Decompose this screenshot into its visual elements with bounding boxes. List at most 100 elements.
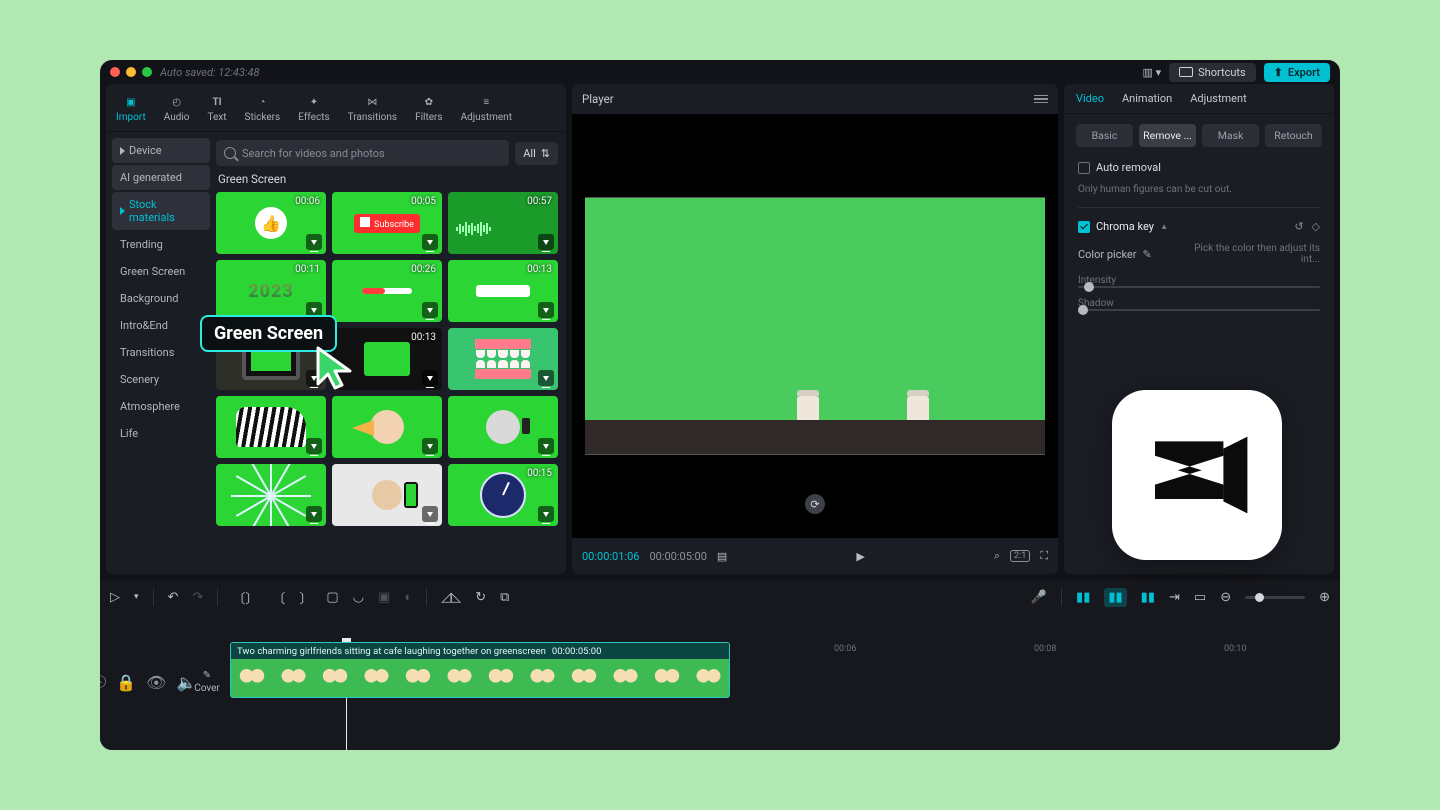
timeline-clip[interactable]: Two charming girlfriends sitting at cafe… [230,642,730,698]
tab-import[interactable]: ▣Import [116,90,146,131]
sidebar-item-life[interactable]: Life [112,421,210,446]
group-icon[interactable]: ▣ [378,590,390,605]
zoom-in-icon[interactable]: ⊕ [1319,590,1330,605]
compare-icon[interactable]: ▤ [717,550,727,563]
reverse-icon[interactable]: ◐ [404,589,412,605]
export-button[interactable]: ⬆ Export [1264,63,1330,82]
thumb-teeth[interactable] [448,328,558,390]
sidebar-ai[interactable]: AI generated [112,165,210,190]
layout-icon[interactable]: ▥ ▾ [1142,66,1161,79]
search-input[interactable]: Search for videos and photos [216,140,509,166]
fullscreen-icon[interactable]: ⛶ [1040,549,1048,563]
download-icon[interactable] [422,234,438,250]
lock-icon[interactable]: 🔒 [116,673,136,692]
chevron-down-icon[interactable]: ▾ [134,592,139,602]
tab-audio[interactable]: ◴Audio [164,90,190,131]
thumb-subscribe[interactable]: 00:05Subscribe [332,192,442,254]
download-icon[interactable] [538,370,554,386]
keyframe-icon[interactable]: ◇ [1312,220,1320,233]
thumb-burst[interactable] [216,464,326,526]
download-icon[interactable] [538,506,554,522]
download-icon[interactable] [306,438,322,454]
sidebar-item-background[interactable]: Background [112,286,210,311]
tab-video[interactable]: Video [1076,92,1104,109]
tab-transitions[interactable]: ⋈Transitions [348,90,397,131]
aspect-ratio[interactable]: 2:1 [1010,550,1030,562]
timeline-tracks[interactable]: 00:00 00:02 00:04 00:06 00:08 00:10 Two … [224,614,1340,750]
thumb-person-phone[interactable] [448,396,558,458]
download-icon[interactable] [422,302,438,318]
shortcuts-button[interactable]: Shortcuts [1169,63,1256,82]
pointer-tool-icon[interactable]: ▷ [110,590,120,605]
download-icon[interactable] [538,438,554,454]
download-icon[interactable] [422,370,438,386]
tab-stickers[interactable]: ◔Stickers [245,90,281,131]
sidebar-item-trending[interactable]: Trending [112,232,210,257]
sidebar-item-transitions[interactable]: Transitions [112,340,210,365]
thumb-2023[interactable]: 00:112023 [216,260,326,322]
seg-basic[interactable]: Basic [1076,124,1133,147]
eyedropper-icon[interactable]: ✎ [1142,248,1151,261]
thumb-like[interactable]: 00:06👍 [216,192,326,254]
preview-icon[interactable]: ▭ [1194,590,1206,605]
sidebar-item-introend[interactable]: Intro&End [112,313,210,338]
crop-icon[interactable]: ▢ [326,590,338,605]
play-button[interactable]: ▶ [856,550,864,563]
redo-icon[interactable]: ↷ [192,590,203,605]
thumb-chip[interactable]: 00:13 [448,260,558,322]
download-icon[interactable] [422,438,438,454]
cover-button[interactable]: ✎ Cover [190,614,224,750]
chroma-key-toggle[interactable]: Chroma key ▴ [1078,220,1166,233]
zoom-slider[interactable] [1245,596,1305,599]
tab-text[interactable]: TIText [207,90,226,131]
thumb-doctor-phone[interactable] [332,464,442,526]
reset-icon[interactable]: ↺ [1294,220,1303,233]
download-icon[interactable] [538,302,554,318]
crop2-icon[interactable]: ⧉ [500,590,509,605]
download-icon[interactable] [538,234,554,250]
tab-animation[interactable]: Animation [1122,92,1172,109]
marker-icon[interactable]: ◡ [353,590,364,605]
close-window-button[interactable] [110,67,120,77]
tab-adjustment[interactable]: ≡Adjustment [461,90,512,131]
filter-all-button[interactable]: All⇅ [515,142,558,165]
download-icon[interactable] [306,506,322,522]
player-menu-icon[interactable] [1034,95,1048,104]
seg-remove[interactable]: Remove ... [1139,124,1196,147]
tab-effects[interactable]: ✦Effects [298,90,329,131]
align-icon[interactable]: ⇥ [1169,590,1180,605]
split-icon[interactable]: 〔〕 [232,588,258,607]
shadow-slider[interactable] [1078,309,1320,311]
refresh-icon[interactable]: ⟳ [805,494,825,514]
thumb-bar[interactable]: 00:26 [332,260,442,322]
link-icon[interactable]: ⎋ [100,672,106,692]
seg-mask[interactable]: Mask [1202,124,1259,147]
magnet-c-icon[interactable]: ▮▮ [1141,590,1155,605]
trim-left-icon[interactable]: 〔 [272,588,285,607]
thumb-clock[interactable]: 00:15 [448,464,558,526]
download-icon[interactable] [422,506,438,522]
magnet-b-icon[interactable]: ▮▮ [1104,588,1126,607]
tab-adjustment-insp[interactable]: Adjustment [1190,92,1247,109]
zoom-out-icon[interactable]: ⊖ [1220,590,1231,605]
magnet-a-icon[interactable]: ▮▮ [1076,590,1090,605]
sidebar-device[interactable]: Device [112,138,210,163]
intensity-slider[interactable] [1078,286,1320,288]
rotate-icon[interactable]: ↻ [475,590,486,605]
maximize-window-button[interactable] [142,67,152,77]
sidebar-item-scenery[interactable]: Scenery [112,367,210,392]
sidebar-item-greenscreen[interactable]: Green Screen [112,259,210,284]
undo-icon[interactable]: ↶ [168,590,179,605]
minimize-window-button[interactable] [126,67,136,77]
seg-retouch[interactable]: Retouch [1265,124,1322,147]
sidebar-stock[interactable]: Stock materials [112,192,210,230]
eye-icon[interactable]: 👁 [146,673,166,692]
thumb-person-pizza[interactable] [332,396,442,458]
mic-icon[interactable]: 🎤 [1031,590,1047,605]
mirror-icon[interactable]: ◿◺ [441,590,461,605]
trim-right-icon[interactable]: 〕 [299,588,312,607]
thumb-zebra[interactable] [216,396,326,458]
auto-removal-toggle[interactable]: Auto removal [1078,161,1320,174]
thumb-audiowave[interactable]: 00:57 [448,192,558,254]
download-icon[interactable] [306,234,322,250]
